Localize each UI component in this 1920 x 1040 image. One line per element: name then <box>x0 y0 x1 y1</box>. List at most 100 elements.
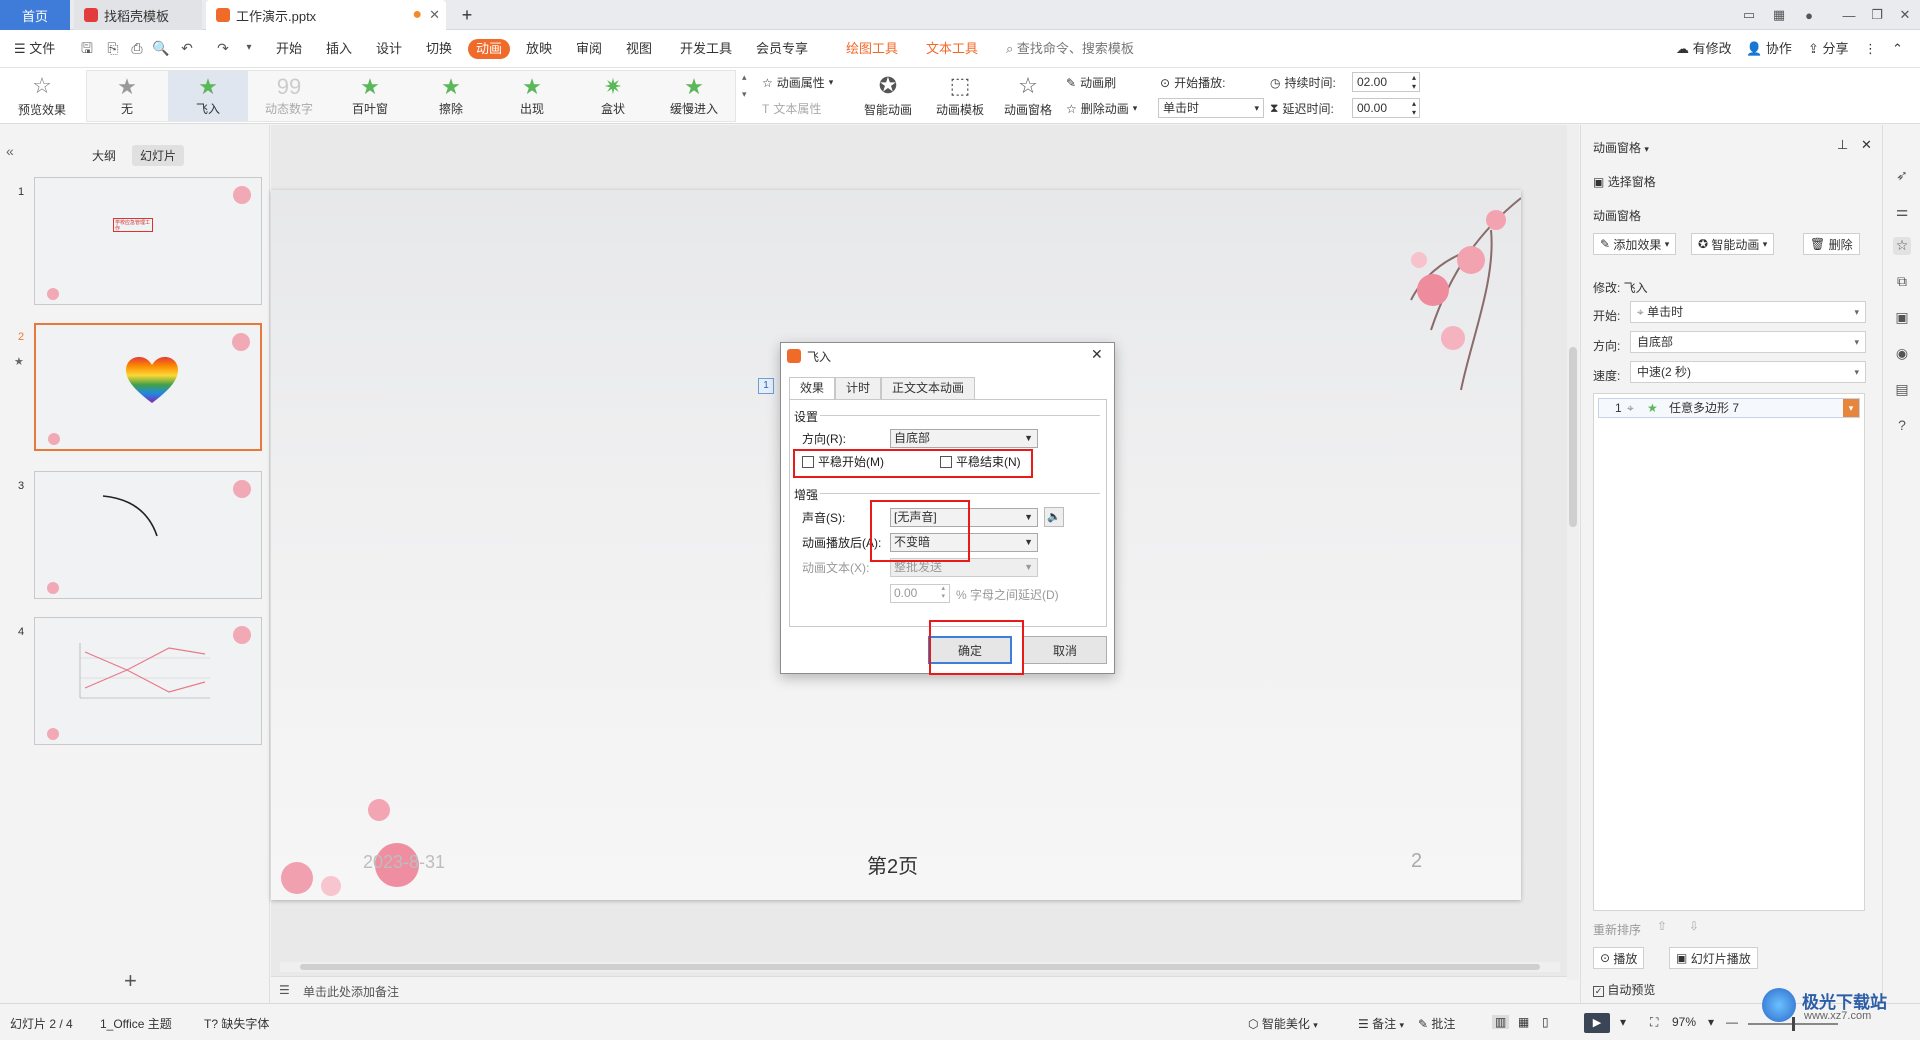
menu-insert[interactable]: 插入 <box>326 39 352 59</box>
play-slideshow-icon[interactable]: ▶ <box>1584 1013 1610 1033</box>
slide-date[interactable]: 2023-8-31 <box>363 852 445 873</box>
export-icon[interactable]: ⎘ <box>104 39 122 57</box>
chevron-down-icon[interactable]: ▾ <box>1620 1015 1626 1029</box>
file-menu[interactable]: ☰ 文件 <box>14 39 55 59</box>
add-effect-button[interactable]: ✎ 添加效果 ▾ <box>1593 233 1677 255</box>
tab-close-icon[interactable]: ✕ <box>429 7 440 23</box>
chevron-down-icon[interactable]: ▾ <box>1708 1015 1714 1029</box>
dialog-close-icon[interactable]: ✕ <box>1091 346 1103 363</box>
gallery-icon[interactable]: ▣ <box>1893 309 1911 327</box>
delay-input[interactable]: 00.00 ▴ ▾ <box>1352 98 1420 118</box>
menu-start[interactable]: 开始 <box>276 39 302 59</box>
gallery-wipe[interactable]: ★ 擦除 <box>411 71 491 121</box>
menu-design[interactable]: 设计 <box>376 39 402 59</box>
menu-slideshow[interactable]: 放映 <box>526 39 552 59</box>
auto-preview-checkbox[interactable]: ✓ 自动预览 <box>1593 981 1655 998</box>
pane-title[interactable]: 动画窗格 ▾ <box>1593 139 1649 156</box>
command-search[interactable]: ⌕ 查找命令、搜索模板 <box>1006 39 1134 59</box>
anim-brush-button[interactable]: ✎ 动画刷 <box>1066 74 1116 91</box>
undo-icon[interactable]: ↶ <box>178 39 196 57</box>
smart-anim-pane-button[interactable]: ✪ 智能动画 ▾ <box>1691 233 1775 255</box>
move-up-icon[interactable]: ⇧ <box>1657 919 1667 933</box>
anim-template-button[interactable]: ⬚ 动画模板 <box>928 68 992 124</box>
ok-button[interactable]: 确定 <box>928 636 1012 664</box>
duration-input[interactable]: 02.00 ▴ ▾ <box>1352 72 1420 92</box>
gallery-appear[interactable]: ★ 出现 <box>492 71 572 121</box>
vertical-scrollbar[interactable] <box>1567 125 1579 980</box>
dialog-tab-text-animation[interactable]: 正文文本动画 <box>881 377 976 399</box>
collapse-ribbon-icon[interactable]: ⌃ <box>1892 39 1903 59</box>
menu-view[interactable]: 视图 <box>626 39 652 59</box>
reading-view-icon[interactable]: ▯ <box>1542 1015 1549 1029</box>
minimize-icon[interactable]: — <box>1836 4 1862 26</box>
speaker-icon[interactable]: 🔈 <box>1044 507 1064 527</box>
gallery-fly-in[interactable]: ★ 飞入 <box>168 71 248 121</box>
dialog-tab-effect[interactable]: 效果 <box>789 377 836 400</box>
close-window-icon[interactable]: ✕ <box>1892 4 1918 26</box>
tab-template[interactable]: 找稻壳模板 <box>74 0 202 30</box>
smart-anim-button[interactable]: ✪ 智能动画 <box>856 68 920 124</box>
letter-delay-input[interactable]: 0.00 ▴ ▾ <box>890 584 950 603</box>
text-anim-select[interactable]: 整批发送 ▼ <box>890 558 1038 577</box>
new-tab-button[interactable]: + <box>452 0 482 30</box>
close-pane-icon[interactable]: ✕ <box>1861 137 1872 153</box>
smooth-end-checkbox[interactable]: 平稳结束(N) <box>940 453 1021 470</box>
layout-icon[interactable]: ▭ <box>1736 4 1762 26</box>
theme-name[interactable]: 1_Office 主题 <box>100 1015 172 1032</box>
book-icon[interactable]: ▤ <box>1893 381 1911 399</box>
chevron-down-icon[interactable]: ▾ <box>1843 399 1859 417</box>
menu-transition[interactable]: 切换 <box>426 39 452 59</box>
menu-developer[interactable]: 开发工具 <box>680 39 732 59</box>
notes-button[interactable]: ☰ 备注 ▾ <box>1358 1015 1404 1032</box>
collaborate-button[interactable]: 👤 协作 <box>1746 39 1792 59</box>
slide-page-number[interactable]: 2 <box>1411 850 1422 873</box>
location-icon[interactable]: ◉ <box>1893 345 1911 363</box>
text-props-button[interactable]: T 文本属性 <box>762 100 821 117</box>
copy-icon[interactable]: ⧉ <box>1893 273 1911 291</box>
more-icon[interactable]: ⋮ <box>1864 39 1877 59</box>
play-button[interactable]: ⊙ 播放 <box>1593 947 1645 969</box>
sorter-view-icon[interactable]: ▦ <box>1518 1015 1529 1029</box>
scrollbar-thumb[interactable] <box>300 964 1540 970</box>
slideshow-button[interactable]: ▣ 幻灯片播放 <box>1669 947 1758 969</box>
grid-icon[interactable]: ▦ <box>1766 4 1792 26</box>
tab-home[interactable]: 首页 <box>0 0 70 30</box>
save-icon[interactable]: 🖫 <box>78 39 96 57</box>
fit-icon[interactable]: ⛶ <box>1650 1015 1658 1030</box>
print-icon[interactable]: ⎙ <box>128 39 146 57</box>
dialog-tab-timing[interactable]: 计时 <box>835 377 882 399</box>
rocket-icon[interactable]: ➶ <box>1893 167 1911 185</box>
anim-props-button[interactable]: ☆ 动画属性 ▾ <box>762 74 833 91</box>
scrollbar-thumb[interactable] <box>1569 347 1577 527</box>
beautify-button[interactable]: ⬡ 智能美化 ▾ <box>1248 1015 1318 1032</box>
help-icon[interactable]: ? <box>1893 417 1911 435</box>
comments-button[interactable]: ✎ 批注 <box>1418 1015 1455 1032</box>
direction-select-pane[interactable]: 自底部 ▾ <box>1630 331 1866 353</box>
horizontal-scrollbar[interactable] <box>280 962 1560 972</box>
restore-icon[interactable]: ❐ <box>1864 4 1890 26</box>
smooth-start-checkbox[interactable]: 平稳开始(M) <box>802 453 884 470</box>
gallery-dynamic-number[interactable]: 99 动态数字 <box>249 71 329 121</box>
slide-thumbnail-2[interactable] <box>34 323 262 451</box>
start-play-select[interactable]: 单击时 ▾ <box>1158 98 1264 118</box>
gallery-blinds[interactable]: ★ 百叶窗 <box>330 71 410 121</box>
customize-arrow-icon[interactable]: ▾ <box>240 39 258 57</box>
zoom-level[interactable]: 97% <box>1672 1015 1696 1029</box>
delete-anim-button[interactable]: ☆ 删除动画 ▾ <box>1066 100 1137 117</box>
slide-thumbnail-1[interactable]: 学校应急管理工作 <box>34 177 262 305</box>
normal-view-icon[interactable]: ▥ <box>1492 1015 1510 1029</box>
changes-button[interactable]: ☁ 有修改 <box>1676 39 1732 59</box>
tab-document[interactable]: 工作演示.pptx ● ✕ <box>206 0 446 30</box>
menu-drawing-tools[interactable]: 绘图工具 <box>846 39 898 59</box>
speed-select[interactable]: 中速(2 秒) ▾ <box>1630 361 1866 383</box>
animation-list-item[interactable]: 1 ⌖ ★ 任意多边形 7 ▾ <box>1598 398 1860 418</box>
after-anim-select[interactable]: 不变暗 ▼ <box>890 533 1038 552</box>
tab-outline[interactable]: 大纲 <box>84 145 124 166</box>
delete-effect-button[interactable]: 🗑 删除 <box>1803 233 1860 255</box>
gallery-none[interactable]: ★ 无 <box>87 71 167 121</box>
notes-bar[interactable]: ☰ 单击此处添加备注 <box>271 976 1567 1003</box>
direction-select[interactable]: 自底部 ▼ <box>890 429 1038 448</box>
animation-order-tag[interactable]: 1 <box>758 378 774 394</box>
cancel-button[interactable]: 取消 <box>1023 636 1107 664</box>
collapse-panel-icon[interactable]: « <box>6 143 14 159</box>
